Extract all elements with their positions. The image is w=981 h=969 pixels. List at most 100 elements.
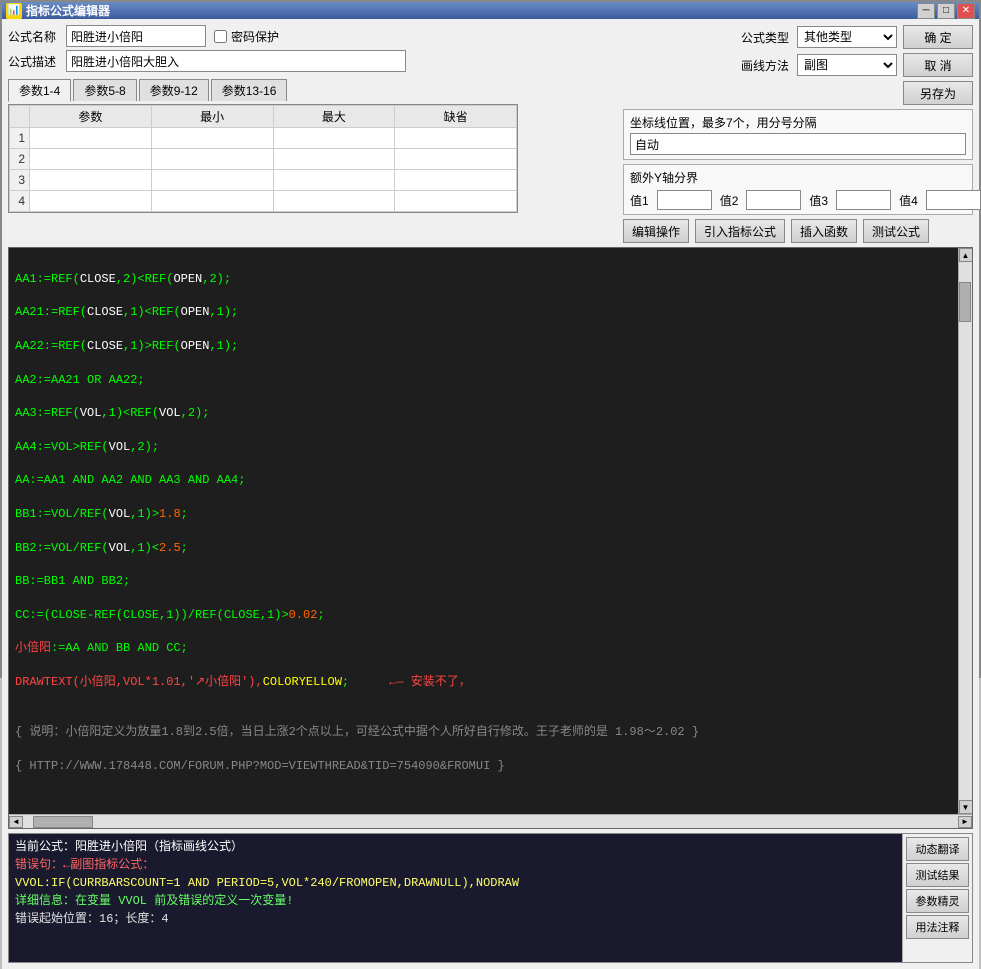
code-line-10: BB:=BB1 AND BB2; — [15, 573, 952, 590]
code-area[interactable]: AA1:=REF(CLOSE,2)<REF(OPEN,2); AA21:=REF… — [9, 248, 958, 814]
formula-desc-input[interactable] — [66, 50, 406, 72]
code-line-15: { 说明：小倍阳定义为放量1.8到2.5倍，当日上涨2个点以上，可经公式中据个人… — [15, 724, 952, 741]
param-2-default[interactable] — [397, 150, 514, 168]
scroll-down-button[interactable]: ▼ — [959, 800, 973, 814]
formula-desc-row: 公式描述 — [8, 50, 617, 72]
param-wizard-button[interactable]: 参数精灵 — [906, 889, 969, 913]
param-4-name[interactable] — [32, 192, 149, 210]
title-bar: 📊 指标公式编辑器 ─ □ ✕ — [2, 2, 979, 19]
y-val1-input[interactable] — [657, 190, 712, 210]
code-line-3: AA22:=REF(CLOSE,1)>REF(OPEN,1); — [15, 338, 952, 355]
table-row: 1 — [10, 128, 517, 149]
save-as-button[interactable]: 另存为 — [903, 81, 973, 105]
param-1-default[interactable] — [397, 129, 514, 147]
param-3-max[interactable] — [276, 171, 393, 189]
scroll-right-button[interactable]: ► — [958, 816, 972, 828]
content-area: 公式名称 密码保护 公式描述 参数1-4 参数5-8 参数9-12 — [2, 19, 979, 969]
current-formula-line: 当前公式：阳胜进小倍阳（指标画线公式） — [15, 838, 896, 856]
param-4-default[interactable] — [397, 192, 514, 210]
test-formula-button[interactable]: 测试公式 — [863, 219, 929, 243]
param-3-min[interactable] — [154, 171, 271, 189]
param-3-default[interactable] — [397, 171, 514, 189]
row-num-4: 4 — [10, 191, 30, 212]
param-4-min[interactable] — [154, 192, 271, 210]
annotation: ←— 安装不了， — [389, 674, 471, 691]
coord-input[interactable] — [630, 133, 966, 155]
import-formula-button[interactable]: 引入指标公式 — [695, 219, 785, 243]
window-title: 指标公式编辑器 — [26, 2, 110, 19]
col-num — [10, 106, 30, 128]
left-panel: 公式名称 密码保护 公式描述 参数1-4 参数5-8 参数9-12 — [8, 25, 617, 213]
col-min: 最小 — [151, 106, 273, 128]
formula-name-input[interactable] — [66, 25, 206, 47]
usage-notes-button[interactable]: 用法注释 — [906, 915, 969, 939]
code-line-7: AA:=AA1 AND AA2 AND AA3 AND AA4; — [15, 472, 952, 489]
scroll-thumb-v[interactable] — [959, 282, 971, 322]
error-detail-line: 详细信息：在变量 VVOL 前及错误的定义一次变量! — [15, 892, 896, 910]
param-3-name[interactable] — [32, 171, 149, 189]
y-boundary-title: 额外Y轴分界 — [630, 169, 966, 186]
coord-label: 坐标线位置，最多7个，用分号分隔 — [630, 114, 966, 131]
scroll-track-v — [959, 262, 972, 800]
dynamic-translate-button[interactable]: 动态翻译 — [906, 837, 969, 861]
tab-params-5-8[interactable]: 参数5-8 — [73, 79, 136, 101]
password-checkbox-label: 密码保护 — [214, 28, 279, 45]
code-editor-inner: AA1:=REF(CLOSE,2)<REF(OPEN,2); AA21:=REF… — [9, 248, 972, 814]
scroll-up-button[interactable]: ▲ — [959, 248, 973, 262]
confirm-button[interactable]: 确 定 — [903, 25, 973, 49]
param-2-max[interactable] — [276, 150, 393, 168]
formula-type-row: 公式类型 其他类型 主图叠加 副图指标 确 定 — [623, 25, 973, 49]
error-pos-line: 错误起始位置：16；长度：4 — [15, 910, 896, 928]
save-as-row: 另存为 — [623, 81, 973, 105]
draw-method-select[interactable]: 副图 主图 — [797, 54, 897, 76]
vertical-scrollbar[interactable]: ▲ ▼ — [958, 248, 972, 814]
tab-params-13-16[interactable]: 参数13-16 — [211, 79, 288, 101]
param-2-min[interactable] — [154, 150, 271, 168]
password-checkbox[interactable] — [214, 30, 227, 43]
insert-func-button[interactable]: 插入函数 — [791, 219, 857, 243]
row-num-3: 3 — [10, 170, 30, 191]
code-line-9: BB2:=VOL/REF(VOL,1)<2.5; — [15, 540, 952, 557]
code-line-12: 小倍阳:=AA AND BB AND CC; — [15, 640, 952, 657]
param-4-max[interactable] — [276, 192, 393, 210]
maximize-button[interactable]: □ — [937, 3, 955, 19]
param-1-name[interactable] — [32, 129, 149, 147]
tab-params-1-4[interactable]: 参数1-4 — [8, 79, 71, 102]
code-line-1: AA1:=REF(CLOSE,2)<REF(OPEN,2); — [15, 271, 952, 288]
params-table: 参数 最小 最大 缺省 1 — [9, 105, 517, 212]
horizontal-scrollbar[interactable]: ◄ ► — [9, 814, 972, 828]
param-1-max[interactable] — [276, 129, 393, 147]
test-result-button[interactable]: 测试结果 — [906, 863, 969, 887]
close-window-button[interactable]: ✕ — [957, 3, 975, 19]
scroll-left-button[interactable]: ◄ — [9, 816, 23, 828]
header-section: 公式名称 密码保护 公式描述 参数1-4 参数5-8 参数9-12 — [8, 25, 973, 243]
draw-method-row: 画线方法 副图 主图 取 消 — [623, 53, 973, 77]
val2-label: 值2 — [720, 192, 739, 209]
code-line-5: AA3:=REF(VOL,1)<REF(VOL,2); — [15, 405, 952, 422]
tab-params-9-12[interactable]: 参数9-12 — [139, 79, 209, 101]
cancel-button[interactable]: 取 消 — [903, 53, 973, 77]
password-label: 密码保护 — [231, 28, 279, 45]
app-icon: 📊 — [6, 3, 22, 19]
y-val2-input[interactable] — [746, 190, 801, 210]
formula-type-select[interactable]: 其他类型 主图叠加 副图指标 — [797, 26, 897, 48]
row-num-2: 2 — [10, 149, 30, 170]
error-line-display: 错误句：←副图指标公式： — [15, 856, 896, 874]
formula-name-row: 公式名称 密码保护 — [8, 25, 617, 47]
row-num-1: 1 — [10, 128, 30, 149]
formula-name-label: 公式名称 — [8, 28, 58, 45]
minimize-button[interactable]: ─ — [917, 3, 935, 19]
y-val3-input[interactable] — [836, 190, 891, 210]
side-buttons: 动态翻译 测试结果 参数精灵 用法注释 — [902, 834, 972, 962]
val4-label: 值4 — [899, 192, 918, 209]
edit-ops-button[interactable]: 编辑操作 — [623, 219, 689, 243]
param-tabs: 参数1-4 参数5-8 参数9-12 参数13-16 — [8, 79, 617, 101]
scroll-thumb-h[interactable] — [33, 816, 93, 828]
param-1-min[interactable] — [154, 129, 271, 147]
params-table-container: 参数 最小 最大 缺省 1 — [8, 104, 518, 213]
param-2-name[interactable] — [32, 150, 149, 168]
bottom-section: 当前公式：阳胜进小倍阳（指标画线公式） 错误句：←副图指标公式： VVOL:IF… — [8, 833, 973, 963]
y-val4-input[interactable] — [926, 190, 981, 210]
val3-label: 值3 — [809, 192, 828, 209]
table-row: 4 — [10, 191, 517, 212]
